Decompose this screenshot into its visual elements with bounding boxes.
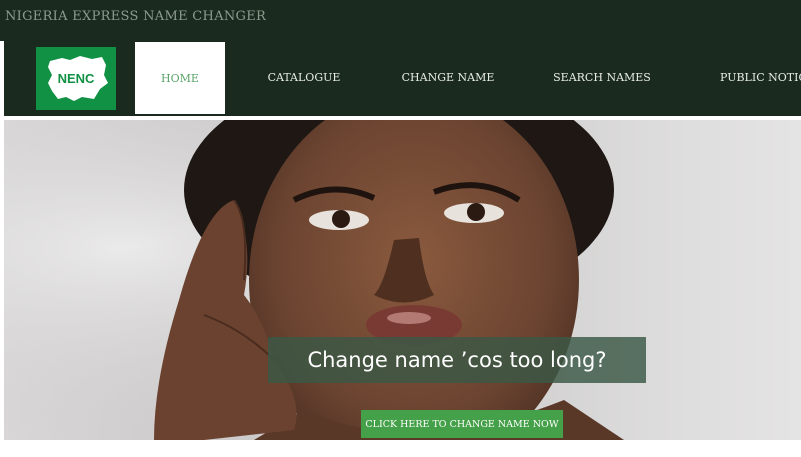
nav-public-notice[interactable]: PUBLIC NOTICE bbox=[708, 41, 801, 113]
hero-banner: Change name ’cos too long? CLICK HERE TO… bbox=[4, 120, 801, 440]
page-bottom bbox=[0, 440, 801, 457]
nigeria-map-icon: NENC bbox=[48, 56, 108, 101]
nav-change-name[interactable]: CHANGE NAME bbox=[398, 41, 498, 113]
site-title: NIGERIA EXPRESS NAME CHANGER bbox=[5, 9, 267, 24]
main-navigation: NENC HOME CATALOGUE CHANGE NAME SEARCH N… bbox=[4, 41, 801, 116]
nav-search-names[interactable]: SEARCH NAMES bbox=[552, 41, 652, 113]
nav-home[interactable]: HOME bbox=[135, 42, 225, 114]
logo-text: NENC bbox=[58, 71, 95, 86]
hero-photo bbox=[4, 120, 801, 440]
hero-caption: Change name ’cos too long? bbox=[268, 337, 646, 383]
top-bar: NIGERIA EXPRESS NAME CHANGER bbox=[0, 0, 801, 41]
nav-catalogue[interactable]: CATALOGUE bbox=[254, 41, 354, 113]
nenc-logo[interactable]: NENC bbox=[36, 47, 116, 110]
change-name-cta-button[interactable]: CLICK HERE TO CHANGE NAME NOW bbox=[361, 410, 563, 438]
